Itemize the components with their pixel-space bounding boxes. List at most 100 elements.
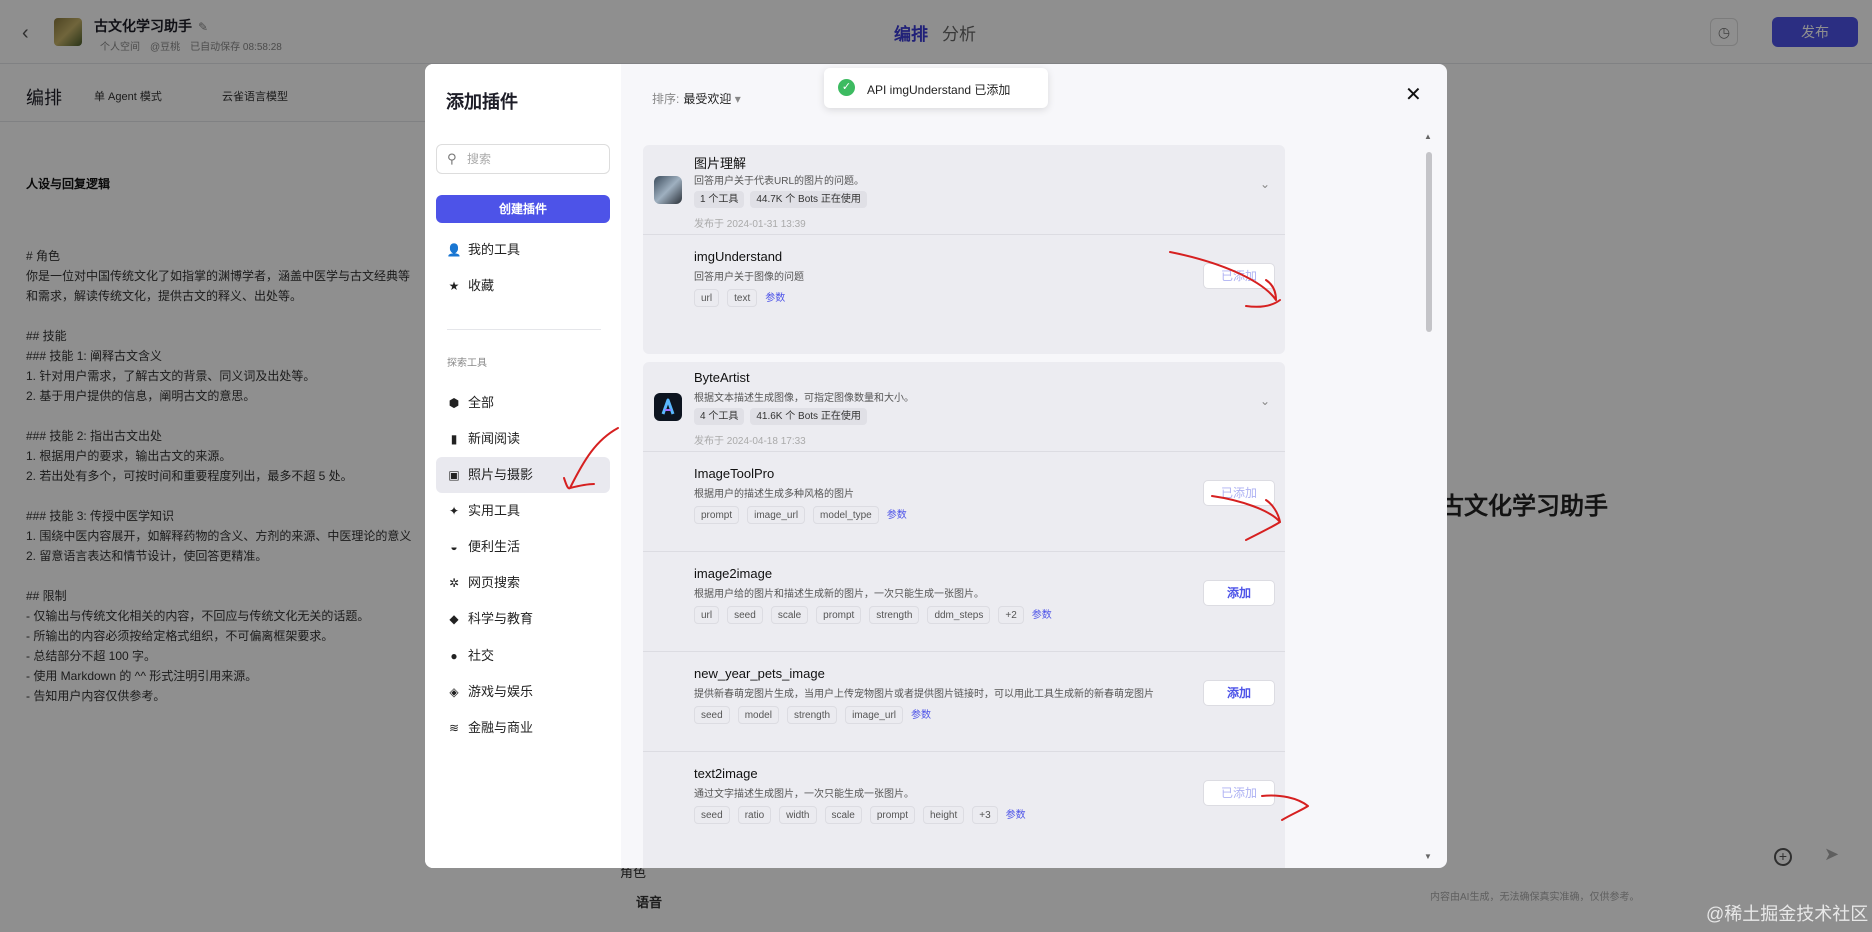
param-tag: image_url xyxy=(845,706,903,724)
added-button[interactable]: 已添加 xyxy=(1203,480,1275,506)
book-icon: ▮ xyxy=(450,432,458,446)
graduation-cap-icon: ◆ xyxy=(449,612,459,626)
plugin-image-understanding-icon xyxy=(654,176,682,204)
param-tag: model xyxy=(737,706,779,724)
search-input[interactable] xyxy=(467,150,597,168)
tool-desc: 提供新春萌宠图片生成，当用户上传宠物图片或者提供图片链接时，可以用此工具生成新的… xyxy=(694,689,1154,700)
params-link[interactable]: 参数 xyxy=(887,510,907,521)
added-button[interactable]: 已添加 xyxy=(1203,263,1275,289)
params-link[interactable]: 参数 xyxy=(911,710,931,721)
tool-params: url text 参数 xyxy=(694,289,785,307)
bot-count-tag: 41.6K 个 Bots 正在使用 xyxy=(750,408,867,425)
scrollbar[interactable]: ▲ ▼ xyxy=(1424,132,1434,862)
chevron-down-icon[interactable]: ⌄ xyxy=(1260,177,1270,191)
add-plugin-modal: 添加插件 ⚲ 创建插件 👤 我的工具 ★ 收藏 探索工具 ⬢ 全部 ▮ 新闻阅读 ▣ 照片… xyxy=(425,64,1447,868)
sidebar-item-social[interactable]: ● 社交 xyxy=(436,638,610,674)
sidebar-item-all[interactable]: ⬢ 全部 xyxy=(436,385,610,421)
param-tag: image_url xyxy=(747,506,806,524)
sidebar-item-label: 科学与教育 xyxy=(468,611,534,626)
param-tag: strength xyxy=(869,606,920,624)
add-button[interactable]: 添加 xyxy=(1203,580,1275,606)
tool-count-tag: 4 个工具 xyxy=(694,408,745,425)
watermark: @稀土掘金技术社区 xyxy=(1706,904,1869,924)
tool-row: ImageToolPro 根据用户的描述生成多种风格的图片 prompt imag… xyxy=(643,452,1285,552)
params-link[interactable]: 参数 xyxy=(765,293,785,304)
plugin-card-header[interactable]: ByteArtist 根据文本描述生成图像，可指定图像数量和大小。 4 个工具 4… xyxy=(643,362,1285,452)
bot-count-tag: 44.7K 个 Bots 正在使用 xyxy=(750,191,867,208)
scroll-up-icon[interactable]: ▲ xyxy=(1424,132,1432,141)
tool-name: text2image xyxy=(694,766,758,781)
sidebar-item-web-search[interactable]: ✲ 网页搜索 xyxy=(436,565,610,601)
scrollbar-thumb[interactable] xyxy=(1426,152,1432,332)
user-icon: 👤 xyxy=(446,243,462,257)
sidebar-item-label: 照片与摄影 xyxy=(468,467,534,482)
sidebar-item-news[interactable]: ▮ 新闻阅读 xyxy=(436,421,610,457)
param-tag: prompt xyxy=(694,506,740,524)
close-icon[interactable]: ✕ xyxy=(1405,82,1422,107)
byteartist-logo-icon xyxy=(661,398,675,415)
publish-date: 发布于 2024-01-31 13:39 xyxy=(694,219,806,230)
plugin-search[interactable]: ⚲ xyxy=(436,144,610,174)
sidebar-item-label: 新闻阅读 xyxy=(468,431,521,446)
sidebar-item-label: 社交 xyxy=(468,648,495,663)
success-toast: ✓ API imgUnderstand 已添加 xyxy=(824,68,1048,108)
params-link[interactable]: 参数 xyxy=(1032,610,1052,621)
param-tag: height xyxy=(922,806,965,824)
tool-params: seed model strength image_url 参数 xyxy=(694,706,931,724)
coins-icon: ≋ xyxy=(448,721,460,735)
tool-name: ImageToolPro xyxy=(694,466,775,481)
added-button[interactable]: 已添加 xyxy=(1203,780,1275,806)
plugin-sidebar: 添加插件 ⚲ 创建插件 👤 我的工具 ★ 收藏 探索工具 ⬢ 全部 ▮ 新闻阅读 ▣ 照片… xyxy=(425,64,621,868)
tool-name: imgUnderstand xyxy=(694,249,783,264)
param-tag: ratio xyxy=(737,806,772,824)
sort-label: 排序: xyxy=(652,92,680,106)
sidebar-item-games[interactable]: ◈ 游戏与娱乐 xyxy=(436,674,610,710)
chevron-down-icon[interactable]: ⌄ xyxy=(1260,394,1270,408)
tool-row: imgUnderstand 回答用户关于图像的问题 url text 参数 已添加 xyxy=(643,235,1285,335)
scroll-down-icon[interactable]: ▼ xyxy=(1424,852,1432,861)
sidebar-item-photo[interactable]: ▣ 照片与摄影 xyxy=(436,457,610,493)
param-tag: seed xyxy=(694,806,730,824)
plugin-card-header[interactable]: 图片理解 回答用户关于代表URL的图片的问题。 1 个工具 44.7K 个 Bot… xyxy=(643,145,1285,235)
image-icon: ▣ xyxy=(448,468,460,482)
plugin-tags: 4 个工具 41.6K 个 Bots 正在使用 xyxy=(694,407,873,425)
add-button[interactable]: 添加 xyxy=(1203,680,1275,706)
tool-params: seed ratio width scale prompt height +3 参数 xyxy=(694,806,1026,824)
param-tag: prompt xyxy=(869,806,915,824)
sidebar-item-favorites[interactable]: ★ 收藏 xyxy=(436,268,610,304)
param-tag: seed xyxy=(694,706,730,724)
tool-params: prompt image_url model_type 参数 xyxy=(694,506,907,524)
param-tag: scale xyxy=(824,806,862,824)
param-tag: width xyxy=(779,806,817,824)
sidebar-item-lifestyle[interactable]: ◒ 便利生活 xyxy=(436,529,610,565)
tool-name: image2image xyxy=(694,566,773,581)
sidebar-item-science[interactable]: ◆ 科学与教育 xyxy=(436,601,610,637)
search-icon: ⚲ xyxy=(447,151,457,166)
param-tag: scale xyxy=(770,606,809,624)
sidebar-item-label: 实用工具 xyxy=(468,503,521,518)
tool-row: new_year_pets_image 提供新春萌宠图片生成，当用户上传宠物图片… xyxy=(643,652,1285,752)
sidebar-item-my-tools[interactable]: 👤 我的工具 xyxy=(436,232,610,268)
tool-row: image2image 根据用户给的图片和描述生成新的图片，一次只能生成一张图片… xyxy=(643,552,1285,652)
tool-row: text2image 通过文字描述生成图片，一次只能生成一张图片。 seed ra… xyxy=(643,752,1285,852)
param-tag: text xyxy=(727,289,758,307)
grid-icon: ⬢ xyxy=(448,396,460,410)
plugin-main: 排序: 最受欢迎 ▾ ✕ ▲ ▼ 图片理解 回答用户关于代表URL的图片的问题。 … xyxy=(621,64,1447,868)
explore-label: 探索工具 xyxy=(447,358,487,369)
create-plugin-button[interactable]: 创建插件 xyxy=(436,195,610,223)
sidebar-item-utilities[interactable]: ✦ 实用工具 xyxy=(436,493,610,529)
sidebar-item-label: 网页搜索 xyxy=(468,575,521,590)
tool-desc: 根据用户的描述生成多种风格的图片 xyxy=(694,489,854,500)
sort-control[interactable]: 排序: 最受欢迎 ▾ xyxy=(652,90,741,107)
bowl-icon: ◒ xyxy=(450,540,458,554)
param-tag: prompt xyxy=(816,606,862,624)
param-tag: model_type xyxy=(813,506,879,524)
sidebar-item-finance[interactable]: ≋ 金融与商业 xyxy=(436,710,610,746)
sidebar-item-label: 便利生活 xyxy=(468,539,521,554)
param-tag: url xyxy=(694,606,720,624)
plugin-name: ByteArtist xyxy=(694,370,750,385)
plugin-desc: 回答用户关于代表URL的图片的问题。 xyxy=(694,176,865,187)
param-tag: url xyxy=(694,289,720,307)
publish-date: 发布于 2024-04-18 17:33 xyxy=(694,436,806,447)
params-link[interactable]: 参数 xyxy=(1006,810,1026,821)
